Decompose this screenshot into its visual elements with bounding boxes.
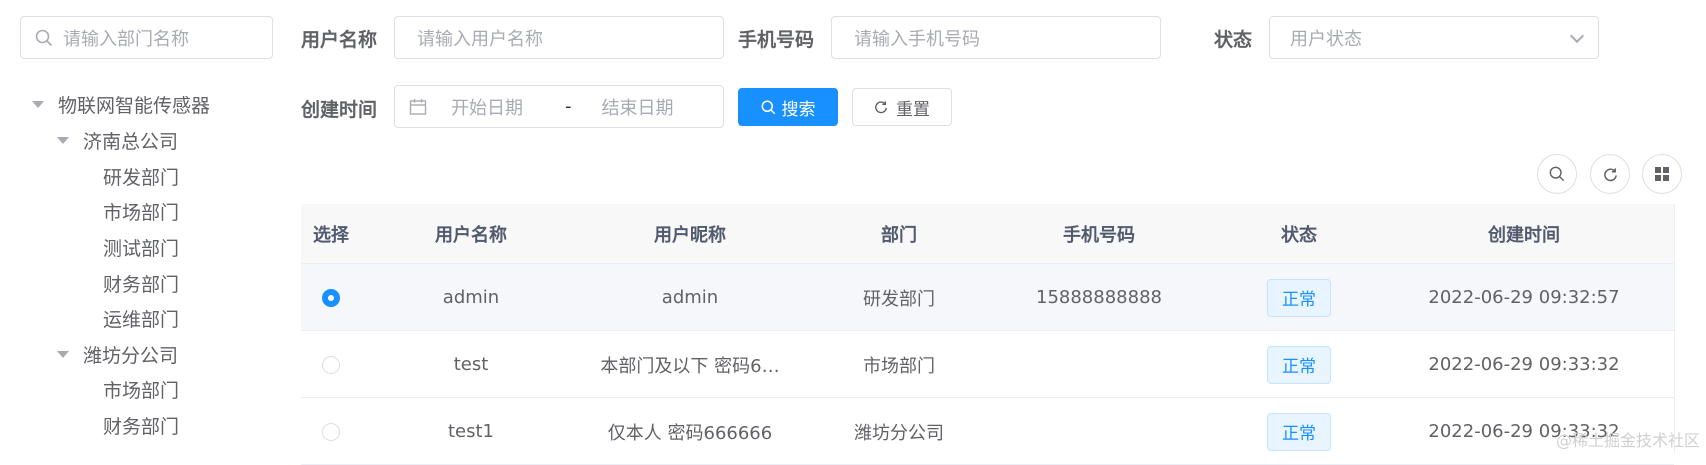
column-header-dept[interactable]: 部门 bbox=[799, 204, 999, 264]
tree-node-label: 财务部门 bbox=[103, 412, 179, 439]
column-header-username[interactable]: 用户名称 bbox=[361, 204, 581, 264]
username-label: 用户名称 bbox=[301, 25, 377, 52]
column-header-select[interactable]: 选择 bbox=[301, 204, 361, 264]
cell-phone: 15888888888 bbox=[999, 264, 1199, 331]
toggle-search-button[interactable] bbox=[1537, 154, 1577, 194]
tree-node-label: 运维部门 bbox=[103, 305, 179, 332]
column-header-nickname[interactable]: 用户昵称 bbox=[581, 204, 799, 264]
dept-search-placeholder: 请输入部门名称 bbox=[63, 25, 189, 51]
tree-node-wf-market[interactable]: 市场部门 bbox=[103, 373, 179, 405]
calendar-icon bbox=[409, 98, 427, 116]
column-header-created[interactable]: 创建时间 bbox=[1399, 204, 1649, 264]
column-header-status[interactable]: 状态 bbox=[1199, 204, 1399, 264]
search-button[interactable]: 搜索 bbox=[738, 88, 838, 126]
cell-nickname: admin bbox=[581, 264, 799, 331]
status-badge: 正常 bbox=[1267, 413, 1331, 451]
cell-nickname: 本部门及以下 密码6… bbox=[581, 331, 799, 398]
cell-phone bbox=[999, 331, 1199, 398]
tree-node-test[interactable]: 测试部门 bbox=[103, 231, 179, 263]
watermark: @稀土掘金技术社区 bbox=[1556, 427, 1700, 451]
tree-node-root[interactable]: 物联网智能传感器 bbox=[32, 88, 210, 120]
search-icon bbox=[1549, 166, 1565, 182]
date-range-picker[interactable]: 开始日期 - 结束日期 bbox=[394, 85, 724, 128]
username-input[interactable]: 请输入用户名称 bbox=[394, 16, 724, 59]
row-radio[interactable] bbox=[322, 423, 340, 441]
tree-node-finance[interactable]: 财务部门 bbox=[103, 267, 179, 299]
cell-username: test1 bbox=[361, 398, 581, 465]
chevron-down-icon bbox=[1570, 29, 1584, 43]
phone-input[interactable]: 请输入手机号码 bbox=[831, 16, 1161, 59]
status-label: 状态 bbox=[1214, 25, 1252, 52]
table-row[interactable]: admin admin 研发部门 15888888888 正常 2022-06-… bbox=[301, 264, 1674, 331]
cell-username: test bbox=[361, 331, 581, 398]
tree-node-jinan[interactable]: 济南总公司 bbox=[57, 124, 178, 156]
range-separator: - bbox=[565, 96, 572, 117]
status-badge: 正常 bbox=[1267, 279, 1331, 317]
caret-down-icon[interactable] bbox=[57, 137, 69, 144]
tree-node-label: 潍坊分公司 bbox=[83, 341, 178, 368]
search-icon bbox=[761, 100, 776, 115]
search-button-label: 搜索 bbox=[782, 95, 816, 120]
tree-node-rd[interactable]: 研发部门 bbox=[103, 160, 179, 192]
cell-nickname: 仅本人 密码666666 bbox=[581, 398, 799, 465]
cell-dept: 潍坊分公司 bbox=[799, 398, 999, 465]
reset-button-label: 重置 bbox=[896, 95, 930, 120]
tree-node-label: 物联网智能传感器 bbox=[58, 91, 210, 118]
row-radio[interactable] bbox=[322, 356, 340, 374]
cell-phone bbox=[999, 398, 1199, 465]
search-icon bbox=[35, 29, 53, 47]
row-radio[interactable] bbox=[322, 289, 340, 307]
refresh-icon bbox=[1603, 167, 1618, 182]
tree-node-weifang[interactable]: 潍坊分公司 bbox=[57, 338, 178, 370]
reset-button[interactable]: 重置 bbox=[852, 88, 952, 126]
tree-node-label: 济南总公司 bbox=[83, 127, 178, 154]
end-date-input[interactable]: 结束日期 bbox=[602, 94, 674, 120]
table-row[interactable]: test1 仅本人 密码666666 潍坊分公司 正常 2022-06-29 0… bbox=[301, 398, 1674, 465]
phone-placeholder: 请输入手机号码 bbox=[854, 25, 980, 51]
phone-label: 手机号码 bbox=[738, 25, 814, 52]
tree-node-wf-finance[interactable]: 财务部门 bbox=[103, 409, 179, 441]
created-time-label: 创建时间 bbox=[301, 95, 377, 122]
tree-node-label: 测试部门 bbox=[103, 234, 179, 261]
tree-node-ops[interactable]: 运维部门 bbox=[103, 302, 179, 334]
status-badge: 正常 bbox=[1267, 346, 1331, 384]
columns-button[interactable] bbox=[1642, 154, 1682, 194]
cell-username: admin bbox=[361, 264, 581, 331]
dept-search-input[interactable]: 请输入部门名称 bbox=[20, 16, 273, 59]
status-placeholder: 用户状态 bbox=[1290, 25, 1362, 51]
tree-node-label: 研发部门 bbox=[103, 163, 179, 190]
grid-icon bbox=[1655, 167, 1669, 181]
column-header-phone[interactable]: 手机号码 bbox=[999, 204, 1199, 264]
caret-down-icon[interactable] bbox=[32, 101, 44, 108]
tree-node-label: 市场部门 bbox=[103, 376, 179, 403]
start-date-input[interactable]: 开始日期 bbox=[451, 94, 545, 120]
cell-created: 2022-06-29 09:32:57 bbox=[1399, 264, 1649, 331]
cell-created: 2022-06-29 09:33:32 bbox=[1399, 331, 1649, 398]
tree-node-label: 财务部门 bbox=[103, 270, 179, 297]
table-header: 选择 用户名称 用户昵称 部门 手机号码 状态 创建时间 bbox=[301, 204, 1674, 264]
username-placeholder: 请输入用户名称 bbox=[417, 25, 543, 51]
table-row[interactable]: test 本部门及以下 密码6… 市场部门 正常 2022-06-29 09:3… bbox=[301, 331, 1674, 398]
refresh-button[interactable] bbox=[1590, 154, 1630, 194]
cell-dept: 研发部门 bbox=[799, 264, 999, 331]
status-select[interactable]: 用户状态 bbox=[1269, 16, 1599, 59]
refresh-icon bbox=[874, 100, 888, 114]
caret-down-icon[interactable] bbox=[57, 351, 69, 358]
tree-node-market[interactable]: 市场部门 bbox=[103, 195, 179, 227]
table-right-border bbox=[1674, 204, 1675, 453]
cell-dept: 市场部门 bbox=[799, 331, 999, 398]
tree-node-label: 市场部门 bbox=[103, 198, 179, 225]
